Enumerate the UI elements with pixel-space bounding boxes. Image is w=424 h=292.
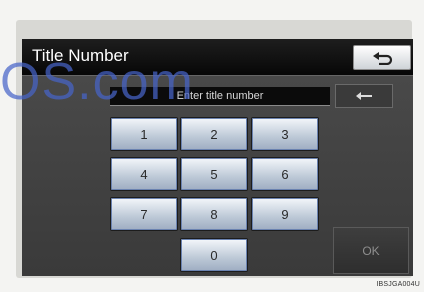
key-2[interactable]: 2 — [180, 117, 248, 151]
key-4[interactable]: 4 — [110, 157, 178, 191]
key-5[interactable]: 5 — [180, 157, 248, 191]
title-bar: Title Number — [22, 39, 413, 76]
backspace-arrow-icon — [356, 92, 372, 100]
key-7[interactable]: 7 — [110, 197, 178, 231]
key-1[interactable]: 1 — [110, 117, 178, 151]
key-8[interactable]: 8 — [180, 197, 248, 231]
key-9[interactable]: 9 — [251, 197, 319, 231]
key-3[interactable]: 3 — [251, 117, 319, 151]
back-button[interactable] — [353, 45, 411, 70]
figure-code: IBSJGA004U — [376, 281, 420, 288]
key-6[interactable]: 6 — [251, 157, 319, 191]
title-number-input[interactable]: Enter title number — [110, 87, 330, 106]
page-title: Title Number — [32, 46, 129, 65]
return-arrow-icon — [373, 51, 393, 65]
delete-button[interactable] — [335, 84, 393, 108]
ok-button[interactable]: OK — [333, 227, 409, 274]
display-screen: Title Number Enter title number 1 2 3 4 … — [22, 39, 413, 276]
key-0[interactable]: 0 — [180, 238, 248, 272]
